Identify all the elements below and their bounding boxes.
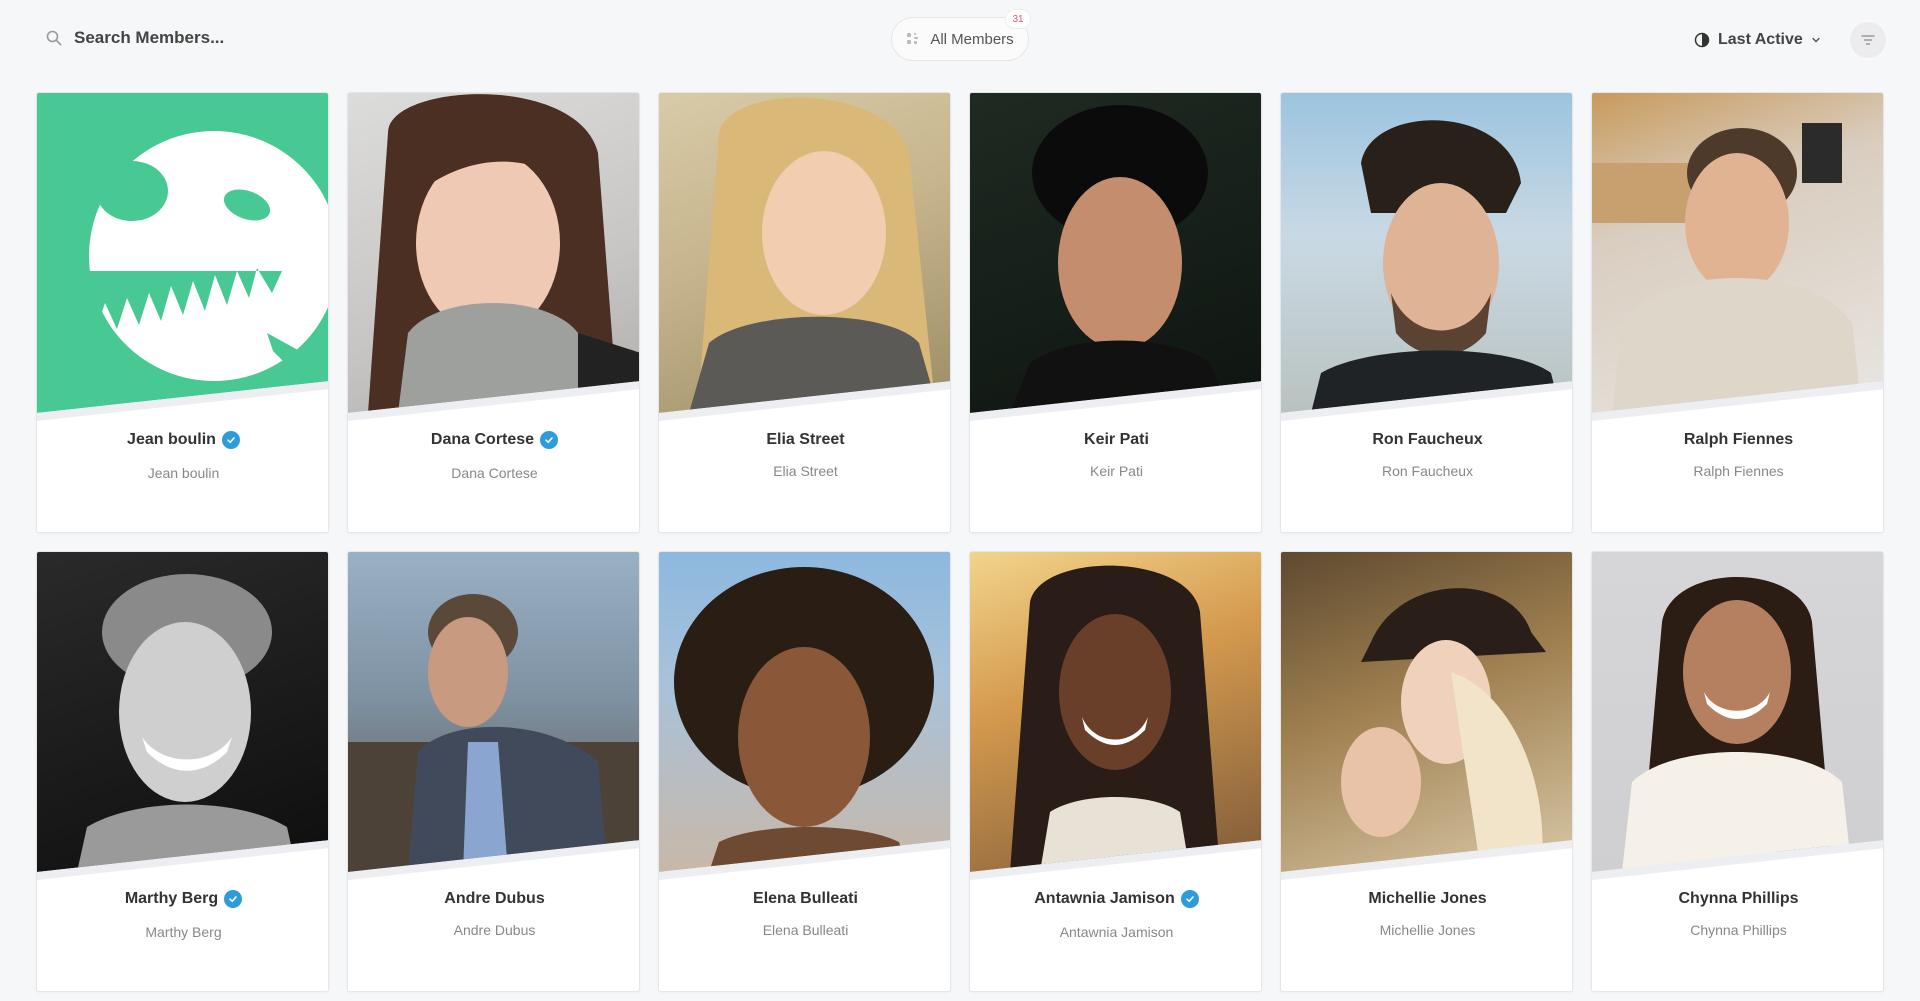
- verified-check-icon: [1180, 890, 1199, 908]
- members-filter-icon: [907, 33, 919, 44]
- member-card[interactable]: Marthy Berg Marthy Berg: [36, 551, 329, 992]
- chevron-down-icon: [1812, 37, 1820, 43]
- member-username: Antawnia Jamison: [1059, 924, 1174, 940]
- member-name-row: Ron Faucheux: [1281, 431, 1572, 449]
- member-name[interactable]: Elia Street: [766, 431, 844, 449]
- verified-check-icon: [540, 431, 559, 449]
- portrait-image: [674, 567, 934, 872]
- member-name-row: Ralph Fiennes: [1592, 431, 1883, 449]
- member-photo: [970, 93, 1261, 413]
- member-name-row: Keir Pati: [970, 431, 1261, 449]
- all-members-filter-button[interactable]: All Members 31: [891, 9, 1031, 61]
- dino-skull-icon: [37, 161, 307, 365]
- member-card[interactable]: Chynna Phillips Chynna Phillips: [1591, 551, 1884, 992]
- verified-check-icon: [224, 890, 243, 908]
- member-name-row: Andre Dubus: [348, 890, 639, 908]
- member-photo: [348, 93, 639, 413]
- member-photo: [970, 552, 1261, 872]
- member-name-row: Chynna Phillips: [1592, 890, 1883, 908]
- member-name-row: Antawnia Jamison: [970, 890, 1261, 908]
- member-count-badge: 31: [1005, 9, 1031, 29]
- member-name[interactable]: Marthy Berg: [125, 890, 218, 908]
- member-name[interactable]: Dana Cortese: [431, 431, 534, 449]
- member-name-row: Elia Street: [659, 431, 950, 449]
- member-photo: [659, 93, 950, 413]
- portrait-image: [1311, 120, 1561, 413]
- member-username: Elia Street: [773, 463, 838, 479]
- member-photo: [1592, 552, 1883, 872]
- member-card[interactable]: Dana Cortese Dana Cortese: [347, 92, 640, 533]
- member-username: Jean boulin: [147, 465, 220, 481]
- verified-check-icon: [221, 431, 240, 449]
- portrait-image: [1592, 123, 1862, 413]
- member-card[interactable]: Jean boulin Jean boulin: [36, 92, 329, 533]
- members-grid: Jean boulin Jean boulin Dana Cortese Dan…: [36, 92, 1884, 992]
- member-name[interactable]: Ron Faucheux: [1372, 431, 1482, 449]
- search-input[interactable]: [74, 28, 334, 48]
- member-card[interactable]: Ron Faucheux Ron Faucheux: [1280, 92, 1573, 533]
- member-card[interactable]: Elena Bulleati Elena Bulleati: [658, 551, 951, 992]
- search-bar[interactable]: [46, 24, 334, 52]
- member-photo: [1281, 93, 1572, 413]
- member-card[interactable]: Ralph Fiennes Ralph Fiennes: [1591, 92, 1884, 533]
- member-username: Dana Cortese: [451, 465, 538, 481]
- member-card[interactable]: Keir Pati Keir Pati: [969, 92, 1262, 533]
- member-name-row: Jean boulin: [37, 431, 328, 449]
- member-name-row: Elena Bulleati: [659, 890, 950, 908]
- member-name[interactable]: Keir Pati: [1084, 431, 1149, 449]
- portrait-image: [1622, 577, 1852, 872]
- member-username: Ralph Fiennes: [1693, 463, 1784, 479]
- member-username: Ron Faucheux: [1381, 463, 1474, 479]
- member-username: Chynna Phillips: [1690, 922, 1787, 938]
- member-photo: [1281, 552, 1572, 872]
- member-username: Marthy Berg: [145, 924, 222, 940]
- activity-icon: [1694, 32, 1710, 48]
- member-username: Michellie Jones: [1379, 922, 1476, 938]
- portrait-image: [1010, 565, 1220, 872]
- member-name[interactable]: Antawnia Jamison: [1034, 890, 1174, 908]
- filter-lines-icon: [1861, 35, 1875, 45]
- member-username: Keir Pati: [1090, 463, 1143, 479]
- member-name[interactable]: Jean boulin: [127, 431, 216, 449]
- sort-dropdown[interactable]: Last Active: [1694, 26, 1821, 54]
- search-icon: [46, 30, 62, 46]
- all-members-label: All Members: [930, 30, 1014, 48]
- member-name-row: Marthy Berg: [37, 890, 328, 908]
- portrait-image: [1341, 588, 1546, 872]
- member-name[interactable]: Ralph Fiennes: [1684, 431, 1793, 449]
- member-photo: [348, 552, 639, 872]
- member-card[interactable]: Elia Street Elia Street: [658, 92, 951, 533]
- portrait-image: [368, 94, 639, 413]
- portrait-image: [689, 97, 939, 413]
- sort-label: Last Active: [1718, 31, 1803, 48]
- portrait-image: [1010, 105, 1230, 413]
- member-name[interactable]: Andre Dubus: [444, 890, 544, 908]
- member-card[interactable]: Antawnia Jamison Antawnia Jamison: [969, 551, 1262, 992]
- portrait-image: [77, 574, 297, 872]
- member-photo: [37, 552, 328, 872]
- member-username: Andre Dubus: [453, 922, 536, 938]
- member-name[interactable]: Elena Bulleati: [753, 890, 858, 908]
- member-username: Elena Bulleati: [762, 922, 849, 938]
- member-photo: [1592, 93, 1883, 413]
- member-card[interactable]: Andre Dubus Andre Dubus: [347, 551, 640, 992]
- member-card[interactable]: Michellie Jones Michellie Jones: [1280, 551, 1573, 992]
- member-name-row: Michellie Jones: [1281, 890, 1572, 908]
- portrait-image: [348, 594, 639, 872]
- member-name[interactable]: Michellie Jones: [1368, 890, 1486, 908]
- member-name[interactable]: Chynna Phillips: [1678, 890, 1798, 908]
- member-photo: [659, 552, 950, 872]
- member-name-row: Dana Cortese: [348, 431, 639, 449]
- members-toolbar: All Members 31 Last Active: [0, 0, 1920, 80]
- default-avatar-image: [37, 93, 328, 413]
- filter-options-button[interactable]: [1850, 22, 1886, 58]
